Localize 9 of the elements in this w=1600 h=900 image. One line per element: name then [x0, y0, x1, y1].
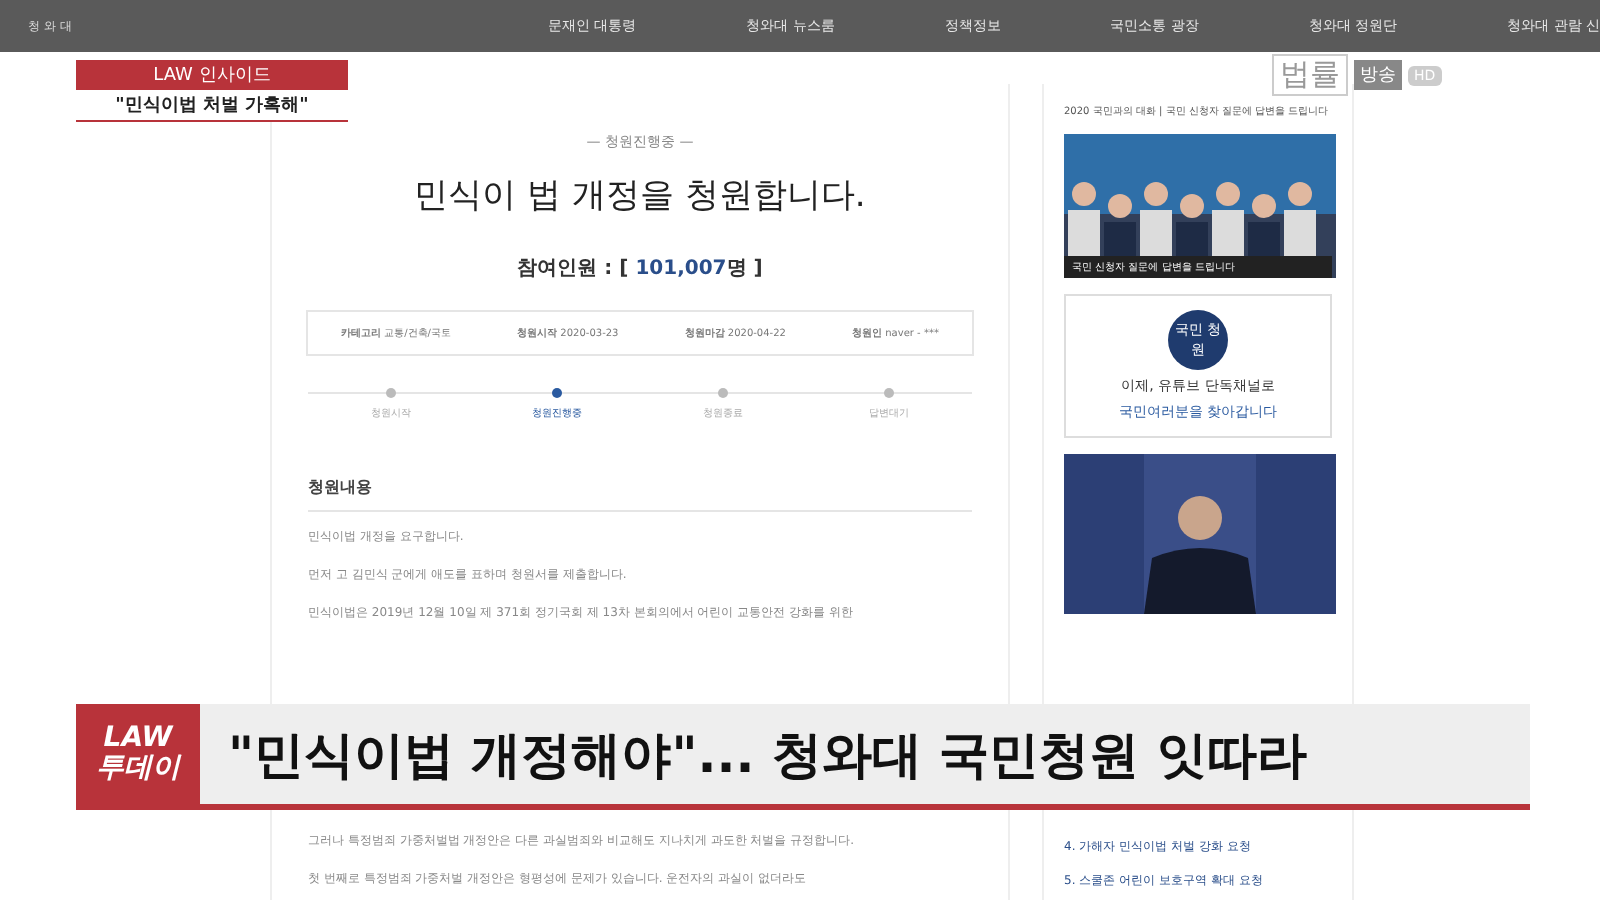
channel-tag: 방송 — [1354, 60, 1402, 90]
petition-title: 민식이 법 개정을 청원합니다. — [414, 174, 866, 218]
program-logo: LAW 투데이 — [76, 704, 200, 804]
segment-quote: "민식이법 처벌 가혹해" — [76, 90, 348, 122]
headline: "민식이법 개정해야"... 청와대 국민청원 잇따라 — [228, 723, 1307, 787]
segment-tag: LAW 인사이드 — [76, 60, 348, 90]
participant-count: 참여인원 : [ 101,007명 ] — [517, 256, 763, 282]
section-heading: 청원내용 — [308, 476, 972, 512]
channel-name: 법률 — [1272, 54, 1348, 96]
